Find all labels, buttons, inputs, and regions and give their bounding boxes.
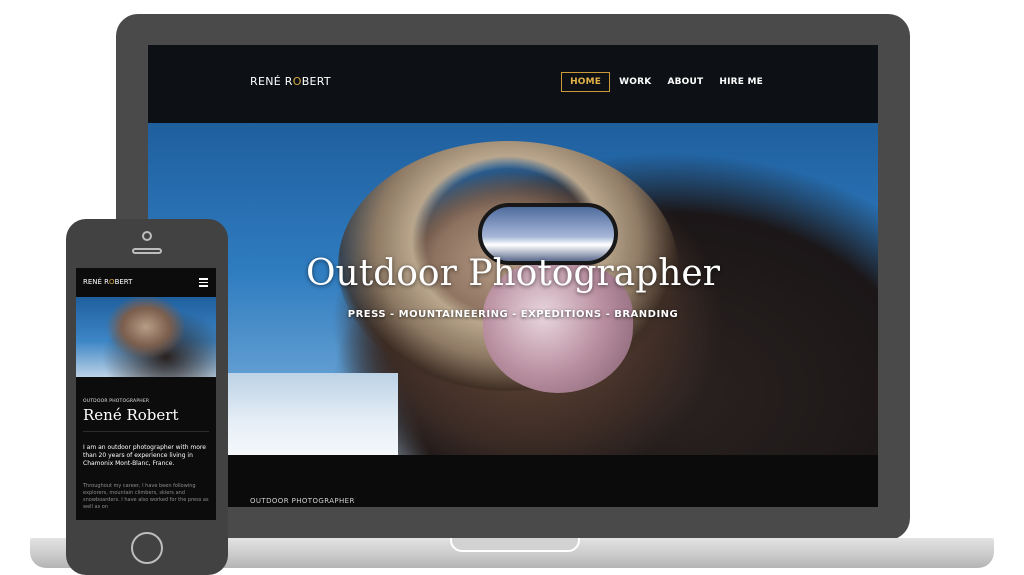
mobile-name-heading: René Robert — [83, 406, 179, 424]
nav-home[interactable]: HOME — [561, 72, 611, 92]
laptop-screen: RENÉ ROBERT HOME WORK ABOUT HIRE ME Outd… — [148, 45, 878, 507]
nav-work[interactable]: WORK — [612, 72, 658, 92]
section-label: OUTDOOR PHOTOGRAPHER — [250, 497, 355, 505]
mobile-section-label: OUTDOOR PHOTOGRAPHER — [83, 399, 150, 404]
phone-speaker — [132, 248, 162, 254]
mobile-hero-image — [76, 297, 216, 377]
mobile-intro-text: I am an outdoor photographer with more t… — [83, 444, 206, 467]
divider — [83, 431, 209, 432]
site-header: RENÉ ROBERT HOME WORK ABOUT HIRE ME — [148, 45, 878, 123]
mobile-body-text: Throughout my career, I have been follow… — [83, 483, 209, 510]
nav-about[interactable]: ABOUT — [660, 72, 710, 92]
phone-screen: RENÉ ROBERT OUTDOOR PHOTOGRAPHER René Ro… — [76, 268, 216, 520]
laptop-notch — [450, 538, 580, 552]
phone-home-button — [131, 532, 163, 564]
nav-hire-me[interactable]: HIRE ME — [712, 72, 770, 92]
hamburger-menu-icon[interactable] — [199, 278, 208, 287]
main-nav: HOME WORK ABOUT HIRE ME — [559, 72, 770, 92]
hero-title: Outdoor Photographer — [306, 253, 720, 294]
phone-camera — [142, 231, 152, 241]
mobile-header: RENÉ ROBERT — [76, 268, 216, 297]
mobile-logo[interactable]: RENÉ ROBERT — [83, 278, 132, 286]
hero-subtitle: PRESS - MOUNTAINEERING - EXPEDITIONS - B… — [347, 309, 679, 320]
hero-image: Outdoor Photographer PRESS - MOUNTAINEER… — [148, 123, 878, 455]
site-logo[interactable]: RENÉ ROBERT — [250, 75, 331, 88]
